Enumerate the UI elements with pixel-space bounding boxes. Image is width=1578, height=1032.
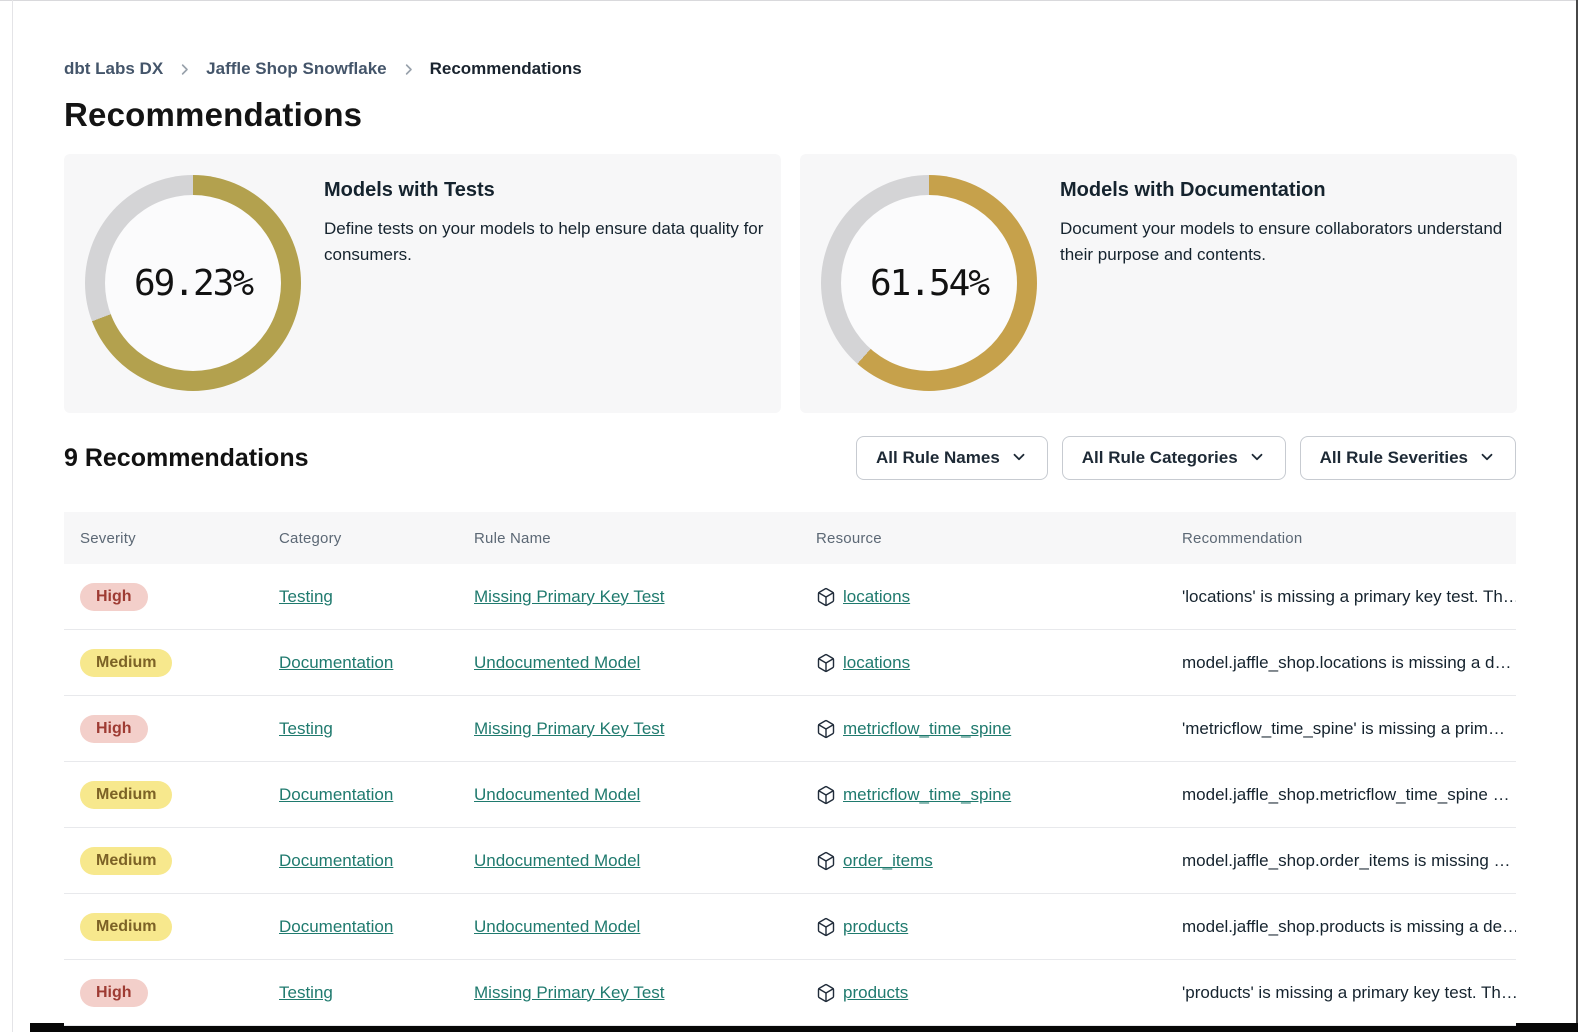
dbt-explorer-recommendations-page: dbt Labs DX Jaffle Shop Snowflake Recomm…: [0, 0, 1578, 1032]
resource-link[interactable]: locations: [843, 587, 910, 607]
category-link[interactable]: Documentation: [279, 851, 393, 870]
model-cube-icon: [816, 719, 836, 739]
table-row: Medium Documentation Undocumented Model …: [64, 762, 1516, 828]
models-with-documentation-card: 61.54% Models with Documentation Documen…: [800, 154, 1517, 413]
severity-badge: High: [80, 583, 148, 611]
card-title: Models with Documentation: [1060, 179, 1530, 202]
severity-badge: High: [80, 715, 148, 743]
card-description: Define tests on your models to help ensu…: [324, 216, 794, 268]
table-header-row: Severity Category Rule Name Resource Rec…: [64, 512, 1516, 564]
rule-severities-filter-dropdown[interactable]: All Rule Severities: [1300, 436, 1516, 480]
recommendation-text: 'metricflow_time_spine' is missing a pri…: [1182, 719, 1505, 738]
resource-link[interactable]: metricflow_time_spine: [843, 785, 1011, 805]
recommendation-text: model.jaffle_shop.products is missing a …: [1182, 917, 1516, 936]
model-cube-icon: [816, 983, 836, 1003]
severity-badge: Medium: [80, 847, 172, 875]
recommendation-text: 'products' is missing a primary key test…: [1182, 983, 1516, 1002]
recommendations-count-heading: 9 Recommendations: [64, 444, 309, 473]
rule-name-link[interactable]: Missing Primary Key Test: [474, 587, 665, 606]
severity-badge: Medium: [80, 649, 172, 677]
resource-link[interactable]: locations: [843, 653, 910, 673]
rule-name-link[interactable]: Missing Primary Key Test: [474, 719, 665, 738]
rule-name-link[interactable]: Undocumented Model: [474, 917, 640, 936]
resource-link[interactable]: metricflow_time_spine: [843, 719, 1011, 739]
page-title: Recommendations: [64, 96, 362, 134]
severity-badge: High: [80, 979, 148, 1007]
rule-name-link[interactable]: Missing Primary Key Test: [474, 983, 665, 1002]
recommendation-text: model.jaffle_shop.order_items is missing…: [1182, 851, 1511, 870]
column-header-rule-name: Rule Name: [458, 530, 800, 547]
column-header-resource: Resource: [800, 530, 1166, 547]
window-top-edge: [0, 0, 1578, 1]
chevron-down-icon: [1478, 446, 1496, 471]
documentation-percentage: 61.54%: [870, 263, 988, 304]
table-row: Medium Documentation Undocumented Model …: [64, 894, 1516, 960]
category-link[interactable]: Documentation: [279, 785, 393, 804]
window-left-edge: [12, 0, 13, 1032]
category-link[interactable]: Testing: [279, 719, 333, 738]
model-cube-icon: [816, 653, 836, 673]
resource-link[interactable]: order_items: [843, 851, 933, 871]
resource-link[interactable]: products: [843, 917, 908, 937]
card-title: Models with Tests: [324, 179, 794, 202]
card-description: Document your models to ensure collabora…: [1060, 216, 1530, 268]
severity-badge: Medium: [80, 913, 172, 941]
resource-link[interactable]: products: [843, 983, 908, 1003]
documentation-donut-chart: 61.54%: [821, 175, 1037, 391]
chevron-down-icon: [1248, 446, 1266, 471]
severity-badge: Medium: [80, 781, 172, 809]
rule-name-link[interactable]: Undocumented Model: [474, 851, 640, 870]
rule-names-filter-dropdown[interactable]: All Rule Names: [856, 436, 1048, 480]
category-link[interactable]: Testing: [279, 983, 333, 1002]
model-cube-icon: [816, 851, 836, 871]
model-cube-icon: [816, 587, 836, 607]
tests-percentage: 69.23%: [134, 263, 252, 304]
recommendation-text: model.jaffle_shop.metricflow_time_spine …: [1182, 785, 1510, 804]
recommendation-text: model.jaffle_shop.locations is missing a…: [1182, 653, 1511, 672]
filter-bar: All Rule Names All Rule Categories All R…: [856, 436, 1516, 480]
category-link[interactable]: Documentation: [279, 917, 393, 936]
category-link[interactable]: Documentation: [279, 653, 393, 672]
column-header-category: Category: [263, 530, 458, 547]
models-with-tests-card: 69.23% Models with Tests Define tests on…: [64, 154, 781, 413]
category-link[interactable]: Testing: [279, 587, 333, 606]
chevron-right-icon: [177, 62, 192, 77]
chevron-right-icon: [401, 62, 416, 77]
breadcrumb: dbt Labs DX Jaffle Shop Snowflake Recomm…: [64, 59, 582, 79]
table-row: High Testing Missing Primary Key Test lo…: [64, 564, 1516, 630]
tests-donut-chart: 69.23%: [85, 175, 301, 391]
recommendation-text: 'locations' is missing a primary key tes…: [1182, 587, 1516, 606]
column-header-recommendation: Recommendation: [1166, 530, 1516, 547]
model-cube-icon: [816, 785, 836, 805]
model-cube-icon: [816, 917, 836, 937]
table-row: High Testing Missing Primary Key Test me…: [64, 696, 1516, 762]
table-row: High Testing Missing Primary Key Test pr…: [64, 960, 1516, 1026]
rule-categories-filter-dropdown[interactable]: All Rule Categories: [1062, 436, 1286, 480]
rule-name-link[interactable]: Undocumented Model: [474, 785, 640, 804]
table-row: Medium Documentation Undocumented Model …: [64, 828, 1516, 894]
column-header-severity: Severity: [64, 530, 263, 547]
recommendations-table: Severity Category Rule Name Resource Rec…: [64, 512, 1516, 1026]
table-row: Medium Documentation Undocumented Model …: [64, 630, 1516, 696]
chevron-down-icon: [1010, 446, 1028, 471]
rule-name-link[interactable]: Undocumented Model: [474, 653, 640, 672]
breadcrumb-item-dbt-labs-dx[interactable]: dbt Labs DX: [64, 59, 163, 79]
metric-cards: 69.23% Models with Tests Define tests on…: [64, 154, 1517, 413]
breadcrumb-item-recommendations: Recommendations: [430, 59, 582, 79]
breadcrumb-item-jaffle-shop-snowflake[interactable]: Jaffle Shop Snowflake: [206, 59, 386, 79]
